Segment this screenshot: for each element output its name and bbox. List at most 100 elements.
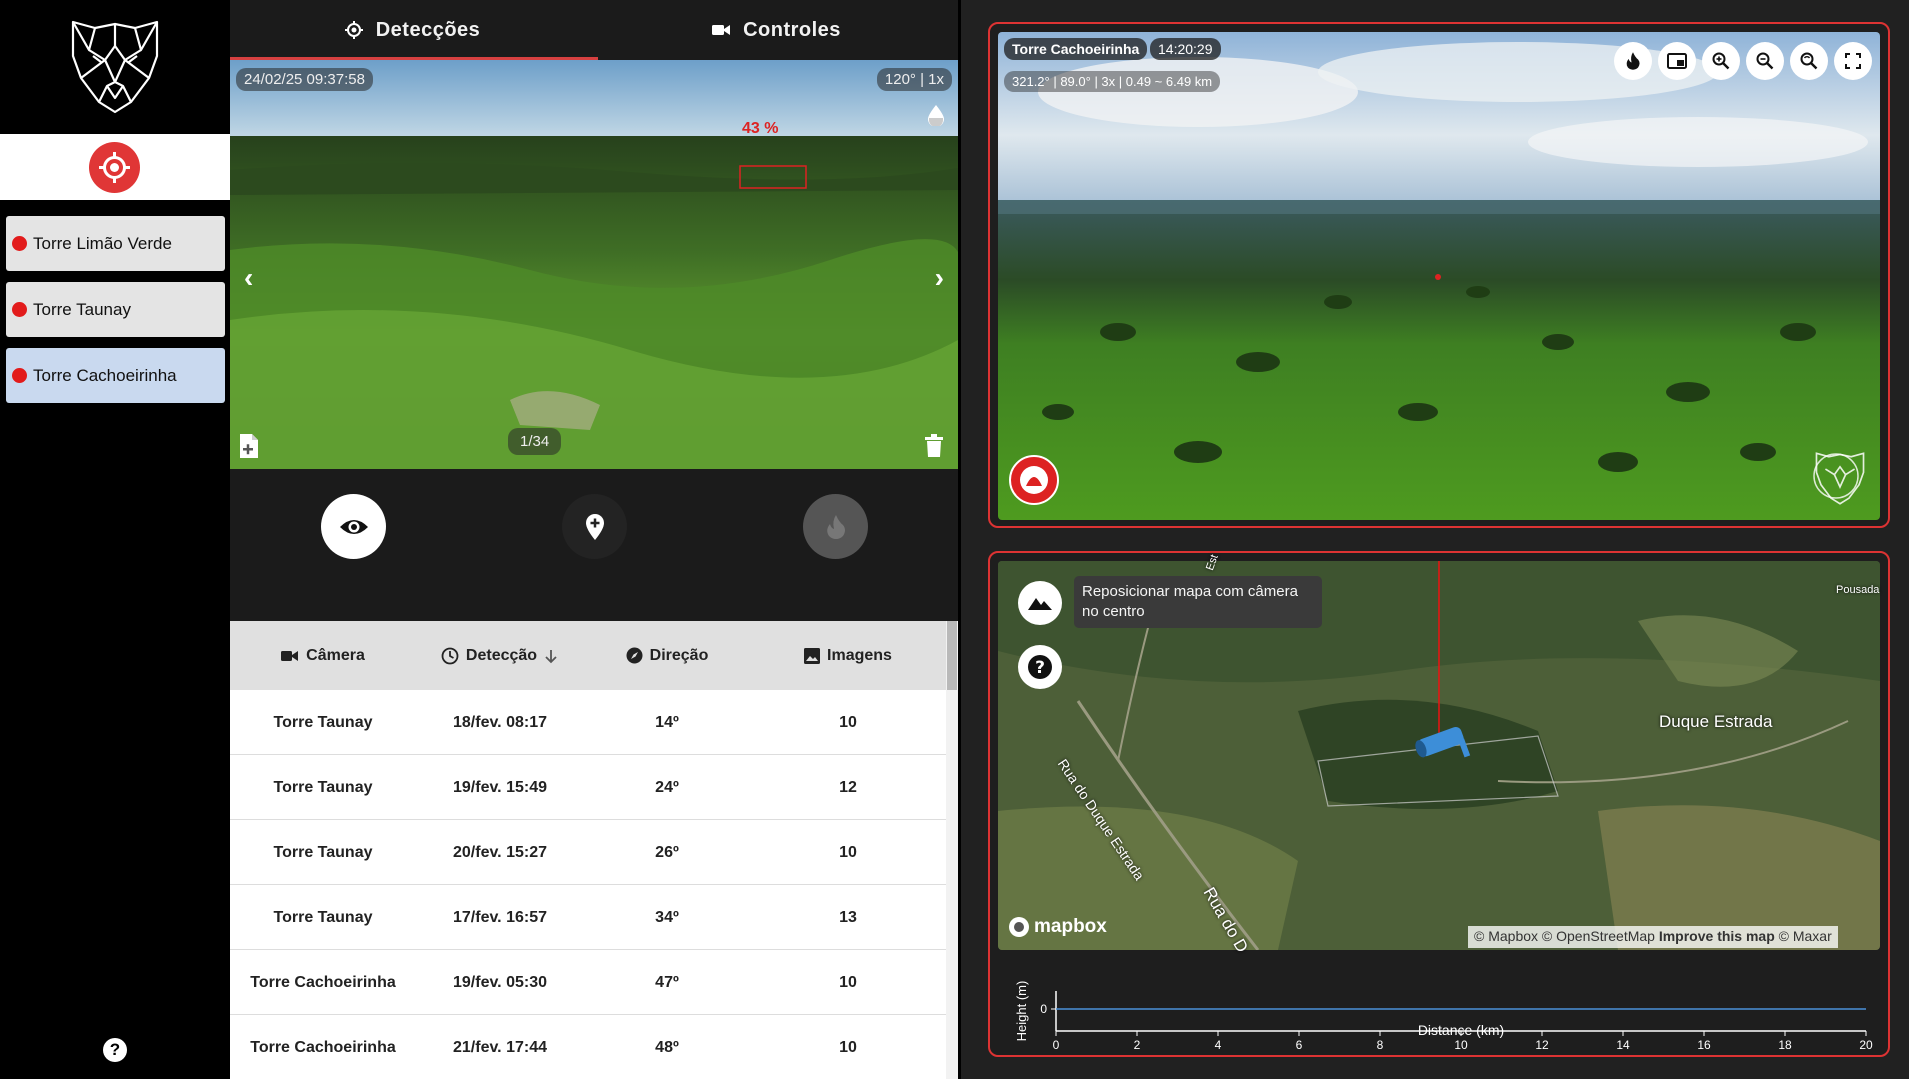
cell-direction: 48º: [655, 1038, 679, 1056]
scroll-thumb[interactable]: [947, 621, 957, 690]
x-tick-label: 16: [1697, 1038, 1711, 1052]
y-axis-label: Height (m): [1014, 981, 1029, 1042]
picture-in-picture-icon: [1667, 53, 1687, 69]
eye-icon: [339, 519, 368, 534]
attribution-mapbox-link[interactable]: © Mapbox: [1474, 928, 1538, 944]
locate-button[interactable]: [89, 142, 140, 193]
mapbox-logo[interactable]: mapbox: [1008, 916, 1107, 938]
x-tick-label: 14: [1616, 1038, 1630, 1052]
zoom-in-button[interactable]: [1702, 42, 1740, 80]
x-tick-label: 18: [1778, 1038, 1792, 1052]
tower-item-limao-verde[interactable]: Torre Limão Verde: [6, 216, 225, 271]
table-row[interactable]: Torre Cachoeirinha 21/fev. 17:44 48º 10: [230, 1015, 946, 1079]
cell-direction: 24º: [655, 778, 679, 796]
improve-map-link[interactable]: Improve this map: [1659, 928, 1775, 944]
jaguar-logo-icon: [71, 20, 159, 114]
attribution-maxar-link[interactable]: © Maxar: [1779, 928, 1832, 944]
help-button[interactable]: ?: [103, 1038, 127, 1062]
column-label: Imagens: [827, 646, 892, 664]
sidebar: Torre Limão Verde Torre Taunay Torre Cac…: [0, 0, 230, 1079]
cell-camera: Torre Taunay: [273, 843, 373, 861]
status-dot: [12, 368, 27, 383]
fire-icon: [826, 514, 845, 539]
table-row[interactable]: Torre Cachoeirinha 19/fev. 05:30 47º 10: [230, 950, 946, 1015]
mapbox-icon: [1009, 917, 1029, 937]
cell-detection: 20/fev. 15:27: [453, 843, 547, 861]
recenter-map-button[interactable]: [1018, 581, 1062, 625]
cell-detection: 17/fev. 16:57: [453, 908, 547, 926]
column-direction[interactable]: Direção: [584, 621, 750, 690]
target-row: [0, 134, 230, 200]
confirm-fire-button[interactable]: [803, 494, 868, 559]
panel-divider: [958, 0, 961, 1079]
live-camera-view[interactable]: Torre Cachoeirinha 14:20:29 321.2° | 89.…: [998, 32, 1880, 520]
tower-label: Torre Taunay: [33, 299, 131, 319]
cell-images: 12: [839, 778, 857, 796]
cell-images: 10: [839, 713, 857, 731]
y-tick-label: 0: [1040, 1002, 1047, 1016]
tab-controls[interactable]: Controles: [594, 0, 958, 60]
help-icon: ?: [1028, 655, 1052, 679]
zoom-in-icon: [1712, 52, 1730, 70]
table-scrollbar[interactable]: [946, 621, 958, 1079]
table-row[interactable]: Torre Taunay 18/fev. 08:17 14º 10: [230, 690, 946, 755]
zoom-reset-icon: [1800, 52, 1818, 70]
detections-table: Câmera Detecção Direção Imagens Torre Ta…: [230, 621, 958, 1079]
trash-icon[interactable]: [924, 434, 944, 458]
column-label: Câmera: [306, 646, 365, 664]
zoom-out-icon: [1756, 52, 1774, 70]
arrow-down-icon: [545, 649, 557, 663]
tower-item-taunay[interactable]: Torre Taunay: [6, 282, 225, 337]
cell-direction: 47º: [655, 973, 679, 991]
view-button[interactable]: [321, 494, 386, 559]
table-row[interactable]: Torre Taunay 17/fev. 16:57 34º 13: [230, 885, 946, 950]
prev-image-button[interactable]: ‹: [244, 262, 253, 294]
fire-icon: [1626, 52, 1640, 70]
recenter-tooltip: Reposicionar mapa com câmera no centro: [1074, 576, 1322, 628]
add-file-icon[interactable]: [238, 433, 260, 459]
image-counter: 1/34: [508, 428, 562, 455]
camera-time-chip: 14:20:29: [1150, 38, 1221, 60]
fov-chip: 120° | 1x: [876, 68, 952, 91]
elevation-chart-svg: 0 2 4 6 8 10 12 14 16 18 20 0 Distance (km) Height (m…: [1014, 981, 1873, 1052]
map-help-button[interactable]: ?: [1018, 645, 1062, 689]
column-images[interactable]: Imagens: [750, 621, 946, 690]
x-axis-label: Distance (km): [1418, 1022, 1504, 1038]
tab-bar: Detecções Controles: [230, 0, 958, 60]
mark-location-button[interactable]: [562, 494, 627, 559]
table-row[interactable]: Torre Taunay 20/fev. 15:27 26º 10: [230, 820, 946, 885]
cell-detection: 19/fev. 05:30: [453, 973, 547, 991]
fire-tool-button[interactable]: [1614, 42, 1652, 80]
next-image-button[interactable]: ›: [935, 262, 944, 294]
zoom-reset-button[interactable]: [1790, 42, 1828, 80]
cell-direction: 26º: [655, 843, 679, 861]
drop-icon[interactable]: [926, 104, 946, 126]
cell-images: 13: [839, 908, 857, 926]
tower-item-cachoeirinha[interactable]: Torre Cachoeirinha: [6, 348, 225, 403]
column-detection[interactable]: Detecção: [416, 621, 584, 690]
image-icon: [804, 647, 821, 664]
column-camera[interactable]: Câmera: [230, 621, 416, 690]
svg-text:?: ?: [1035, 658, 1045, 678]
x-tick-label: 12: [1535, 1038, 1549, 1052]
tower-label: Torre Limão Verde: [33, 233, 172, 253]
attribution-osm-link[interactable]: © OpenStreetMap: [1542, 928, 1655, 944]
map-label-duque-estrada: Duque Estrada: [1659, 712, 1773, 731]
tab-label: Controles: [743, 18, 841, 41]
tab-detections[interactable]: Detecções: [230, 0, 594, 60]
cell-direction: 34º: [655, 908, 679, 926]
add-location-icon: [585, 513, 604, 540]
column-label: Direção: [649, 646, 709, 664]
fullscreen-button[interactable]: [1834, 42, 1872, 80]
forest-landscape-image: [230, 60, 958, 469]
zoom-out-button[interactable]: [1746, 42, 1784, 80]
x-tick-label: 4: [1215, 1038, 1222, 1052]
table-row[interactable]: Torre Taunay 19/fev. 15:49 24º 12: [230, 755, 946, 820]
picture-in-picture-button[interactable]: [1658, 42, 1696, 80]
cell-camera: Torre Taunay: [273, 778, 373, 796]
video-camera-icon: [712, 25, 731, 35]
status-dot: [12, 236, 27, 251]
x-tick-label: 6: [1296, 1038, 1303, 1052]
elevation-chart: 0 2 4 6 8 10 12 14 16 18 20 0 Distance (km) Height (m…: [998, 955, 1880, 1055]
detection-image[interactable]: 43 % 24/02/25 09:37:58 120° | 1x ‹ › 1/3…: [230, 60, 958, 469]
